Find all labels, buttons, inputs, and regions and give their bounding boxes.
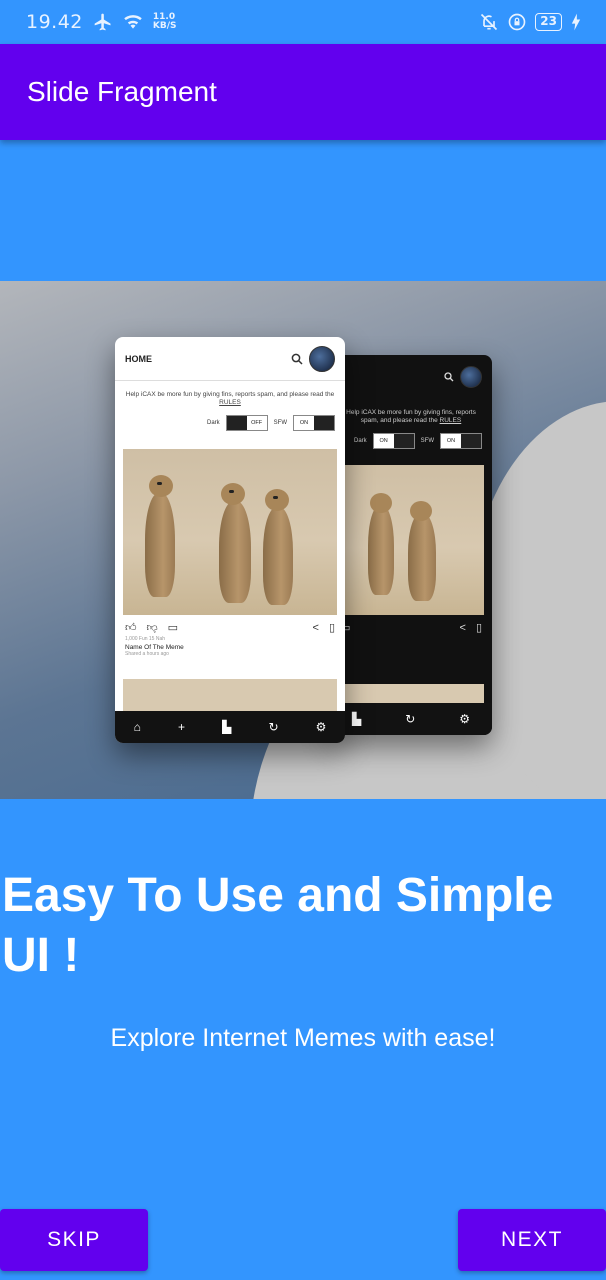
toggle-off-label: OFF bbox=[246, 416, 267, 430]
comment-icon: ▭ bbox=[167, 622, 179, 634]
airplane-icon bbox=[94, 13, 111, 31]
add-icon: + bbox=[177, 720, 185, 734]
dark-mode-toggle: ON bbox=[372, 433, 415, 449]
trending-icon: ▙ bbox=[351, 712, 362, 726]
meme-image bbox=[123, 449, 337, 615]
post-time: Shared a hours ago bbox=[125, 651, 169, 657]
skip-button[interactable]: SKIP bbox=[0, 1209, 148, 1271]
mute-icon bbox=[481, 13, 498, 31]
dark-mode-label: Dark bbox=[353, 438, 367, 444]
light-toggles: Dark OFF SFW ON bbox=[115, 411, 345, 441]
dark-toggles: Dark ON SFW ON bbox=[330, 429, 492, 459]
toggle-on-label: ON bbox=[373, 434, 394, 448]
avatar bbox=[460, 366, 482, 388]
light-help-text: Help iCAX be more fun by giving fins, re… bbox=[115, 381, 345, 411]
sfw-toggle: ON bbox=[440, 433, 482, 449]
status-right: 23 bbox=[479, 12, 582, 32]
post-name: Name Of The Meme bbox=[125, 644, 184, 651]
meme-image bbox=[338, 465, 484, 615]
wifi-icon bbox=[124, 15, 142, 29]
status-left: 19.42 11.0 KB/S bbox=[26, 11, 177, 33]
battery-icon: 23 bbox=[535, 13, 562, 31]
app-title: Slide Fragment bbox=[27, 76, 217, 107]
light-help-text-content: Help iCAX be more fun by giving fins, re… bbox=[125, 391, 335, 398]
dark-bottom-nav: ▙ ↻ ⚙ bbox=[330, 703, 492, 735]
next-post-preview bbox=[338, 684, 484, 704]
share-icon: < bbox=[312, 621, 319, 634]
dark-post-actions: ▭ < ▯ bbox=[330, 615, 492, 636]
dark-phone-header bbox=[330, 355, 492, 399]
toggle-on-label: ON bbox=[294, 416, 314, 430]
onboarding-headline: Easy To Use and Simple UI ! bbox=[2, 869, 554, 982]
avatar bbox=[309, 345, 335, 372]
refresh-icon: ↻ bbox=[268, 720, 279, 734]
onboarding-illustration: Help iCAX be more fun by giving fins, re… bbox=[0, 281, 606, 799]
meerkat-figure bbox=[145, 493, 175, 597]
home-title: HOME bbox=[125, 353, 152, 364]
thumbs-down-icon: 👎︎ bbox=[146, 622, 158, 634]
light-phone-header: HOME bbox=[115, 337, 345, 381]
status-bar: 19.42 11.0 KB/S 23 bbox=[0, 0, 606, 44]
meerkat-figure bbox=[408, 513, 436, 601]
toggle-on-label bbox=[226, 416, 247, 430]
refresh-icon: ↻ bbox=[405, 712, 416, 726]
status-time: 19.42 bbox=[26, 11, 83, 33]
meerkat-figure bbox=[368, 505, 394, 595]
toggle-on-label: ON bbox=[441, 434, 461, 448]
trending-icon: ▙ bbox=[222, 720, 232, 734]
net-speed-unit: KB/S bbox=[152, 21, 177, 31]
sfw-label: SFW bbox=[273, 420, 287, 426]
onboarding-subtitle: Explore Internet Memes with ease! bbox=[110, 1024, 496, 1052]
charging-icon bbox=[571, 13, 581, 31]
dark-help-text: Help iCAX be more fun by giving fins, re… bbox=[330, 399, 492, 429]
search-icon bbox=[291, 353, 303, 365]
light-phone-mockup: HOME Help iCAX be more fun by giving fin… bbox=[115, 337, 345, 743]
bookmark-icon: ▯ bbox=[475, 622, 482, 634]
sfw-label: SFW bbox=[420, 438, 434, 444]
share-icon: < bbox=[459, 621, 466, 634]
net-speed: 11.0 KB/S bbox=[153, 13, 177, 31]
light-bottom-nav: ⌂ + ▙ ↻ ⚙ bbox=[115, 711, 345, 743]
search-icon bbox=[444, 372, 454, 382]
sfw-toggle: ON bbox=[293, 415, 335, 431]
rotation-lock-icon bbox=[508, 13, 526, 31]
meerkat-figure bbox=[219, 501, 251, 603]
bookmark-icon: ▯ bbox=[328, 622, 335, 634]
settings-icon: ⚙ bbox=[459, 712, 470, 726]
dark-rules-link: RULES bbox=[439, 417, 462, 424]
meerkat-figure bbox=[263, 507, 293, 605]
app-bar: Slide Fragment bbox=[0, 44, 606, 140]
thumbs-up-icon: 👍︎ bbox=[125, 622, 137, 634]
light-post-actions: 👍︎ 👎︎ ▭ < ▯ bbox=[115, 615, 345, 636]
dark-mode-toggle: OFF bbox=[225, 415, 268, 431]
dark-phone-mockup: Help iCAX be more fun by giving fins, re… bbox=[330, 355, 492, 735]
light-rules-link: RULES bbox=[219, 399, 241, 406]
settings-icon: ⚙ bbox=[315, 720, 327, 734]
dark-mode-label: Dark bbox=[206, 420, 220, 426]
next-button[interactable]: NEXT bbox=[458, 1209, 606, 1271]
home-icon: ⌂ bbox=[133, 720, 141, 734]
